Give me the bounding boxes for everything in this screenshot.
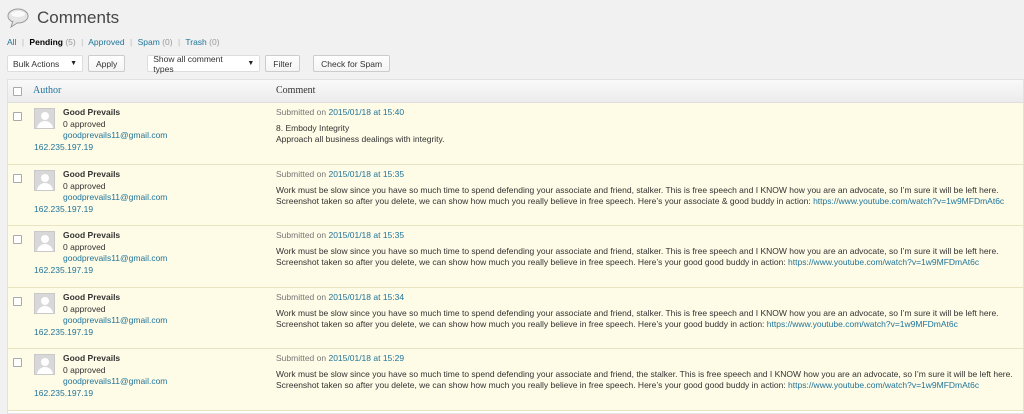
comment-date-link[interactable]: 2015/01/18 at 15:29: [328, 353, 404, 363]
approved-count: 0 approved: [63, 365, 106, 375]
filter-trash-link[interactable]: Trash: [185, 37, 206, 47]
table-row: Good Prevails 0 approved goodprevails11@…: [8, 103, 1023, 165]
comment-text: Work must be slow since you have so much…: [276, 246, 999, 267]
comment-text: Work must be slow since you have so much…: [276, 184, 1005, 206]
select-all-checkbox[interactable]: [13, 87, 22, 96]
comment-link[interactable]: https://www.youtube.com/watch?v=1w9MFDmA…: [767, 319, 958, 329]
comment-date-link[interactable]: 2015/01/18 at 15:40: [328, 107, 404, 117]
submitted-meta: Submitted on 2015/01/18 at 15:34: [276, 291, 405, 302]
approved-count: 0 approved: [63, 119, 106, 129]
comment-bubble-icon: [7, 8, 29, 29]
avatar: [34, 231, 55, 252]
author-name: Good Prevails: [63, 107, 121, 117]
author-ip-link[interactable]: 162.235.197.19: [34, 142, 93, 152]
row-checkbox[interactable]: [13, 358, 22, 367]
row-checkbox[interactable]: [13, 296, 22, 306]
comment-text: Work must be slow since you have so much…: [276, 369, 1013, 390]
author-ip-link[interactable]: 162.235.197.19: [34, 265, 93, 275]
comment-type-select[interactable]: Show all comment types ▼: [147, 54, 261, 74]
author-ip-link[interactable]: 162.235.197.19: [34, 327, 93, 337]
avatar: [34, 292, 55, 314]
bulk-actions-select[interactable]: Bulk Actions ▼: [7, 55, 83, 72]
approved-count: 0 approved: [63, 242, 106, 252]
table-nav: Bulk Actions ▼ Apply Show all comment ty…: [7, 54, 391, 74]
table-row: Good Prevails 0 approved goodprevails11@…: [8, 226, 1023, 288]
author-email-link[interactable]: goodprevails11@gmail.com: [63, 315, 167, 325]
approved-count: 0 approved: [63, 303, 106, 314]
comment-link[interactable]: https://www.youtube.com/watch?v=1w9MFDmA…: [788, 380, 979, 390]
apply-button[interactable]: Apply: [88, 55, 126, 72]
submitted-meta: Submitted on 2015/01/18 at 15:29: [276, 353, 405, 363]
author-column-header[interactable]: Author: [33, 85, 61, 96]
author-ip-link[interactable]: 162.235.197.19: [34, 388, 93, 398]
comment-link[interactable]: https://www.youtube.com/watch?v=1w9MFDmA…: [788, 257, 979, 267]
avatar: [34, 169, 55, 191]
filter-button[interactable]: Filter: [265, 55, 301, 72]
comments-table: Author Comment Good Prevails 0 approved …: [7, 79, 1024, 414]
comment-text: Work must be slow since you have so much…: [276, 307, 999, 329]
comment-column-header: Comment: [276, 85, 316, 96]
approved-count: 0 approved: [63, 180, 106, 191]
author-email-link[interactable]: goodprevails11@gmail.com: [63, 253, 167, 263]
table-header: Author Comment: [8, 80, 1023, 103]
table-row: Good Prevails 0 approved goodprevails11@…: [8, 164, 1023, 226]
page-header: Comments: [7, 5, 119, 31]
comment-link[interactable]: https://www.youtube.com/watch?v=1w9MFDmA…: [813, 196, 1004, 206]
author-name: Good Prevails: [63, 353, 121, 363]
row-checkbox[interactable]: [13, 173, 22, 183]
comment-date-link[interactable]: 2015/01/18 at 15:35: [328, 230, 404, 240]
comment-date-link[interactable]: 2015/01/18 at 15:35: [328, 169, 404, 179]
comment-text: 8. Embody Integrity Approach all busines…: [276, 123, 445, 144]
trash-count: (0): [209, 37, 220, 47]
author-email-link[interactable]: goodprevails11@gmail.com: [63, 376, 167, 386]
submitted-meta: Submitted on 2015/01/18 at 15:35: [276, 230, 405, 240]
author-email-link[interactable]: goodprevails11@gmail.com: [63, 192, 167, 202]
row-checkbox[interactable]: [13, 112, 22, 121]
author-ip-link[interactable]: 162.235.197.19: [34, 204, 93, 214]
table-row: Good Prevails 0 approved goodprevails11@…: [8, 287, 1023, 349]
submitted-meta: Submitted on 2015/01/18 at 15:35: [276, 168, 405, 179]
submitted-meta: Submitted on 2015/01/18 at 15:40: [276, 107, 405, 117]
author-email-link[interactable]: goodprevails11@gmail.com: [63, 130, 167, 140]
filter-approved-link[interactable]: Approved: [88, 37, 124, 47]
filter-spam-link[interactable]: Spam: [138, 37, 160, 47]
comment-date-link[interactable]: 2015/01/18 at 15:34: [328, 292, 404, 302]
filter-all-link[interactable]: All: [7, 37, 16, 47]
page-title: Comments: [37, 8, 120, 27]
author-name: Good Prevails: [63, 168, 121, 179]
chevron-down-icon: ▼: [70, 60, 77, 67]
chevron-down-icon: ▼: [247, 60, 255, 67]
pending-count: (5): [65, 37, 76, 47]
status-filter-links: All | Pending (5) | Approved | Spam (0) …: [7, 37, 220, 47]
author-name: Good Prevails: [63, 291, 121, 302]
filter-pending-link[interactable]: Pending: [29, 37, 63, 47]
check-spam-button[interactable]: Check for Spam: [313, 55, 391, 72]
avatar: [34, 354, 55, 375]
table-row: Good Prevails 0 approved goodprevails11@…: [8, 349, 1023, 411]
author-name: Good Prevails: [63, 230, 121, 240]
spam-count: (0): [162, 37, 173, 47]
avatar: [34, 108, 55, 129]
row-checkbox[interactable]: [13, 235, 22, 244]
